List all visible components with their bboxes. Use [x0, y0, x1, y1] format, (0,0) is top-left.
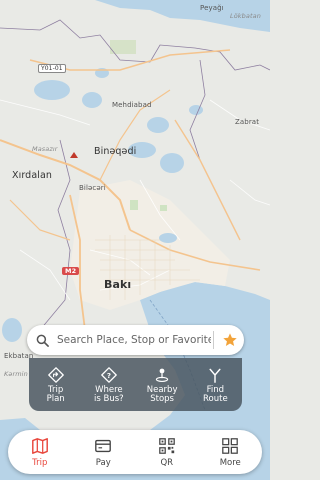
find-route-label: Find Route — [203, 385, 228, 404]
qr-icon — [157, 436, 177, 456]
bottom-tab-bar: Trip Pay QR More — [8, 430, 262, 474]
find-route-button[interactable]: Find Route — [191, 366, 239, 404]
map-label-xirdalan: Xırdalan — [12, 170, 53, 181]
where-is-bus-label: Where is Bus? — [94, 385, 124, 404]
card-icon — [93, 436, 113, 456]
map-label-baki: Bakı — [104, 278, 132, 291]
map-label-karmin: Kərmin — [4, 370, 28, 378]
trip-plan-icon — [47, 366, 65, 384]
svg-text:?: ? — [107, 371, 111, 380]
map-road-shield: Y01-01 — [38, 64, 66, 73]
tab-trip-label: Trip — [32, 458, 48, 468]
tab-qr-label: QR — [160, 458, 174, 468]
map-label-masazir: Masazır — [32, 145, 58, 153]
tab-qr[interactable]: QR — [142, 436, 192, 468]
where-is-bus-icon: ? — [100, 366, 118, 384]
map-label-zabrat: Zabrat — [235, 118, 260, 126]
map-label-mehdiabad: Mehdiabad — [112, 101, 152, 109]
search-input[interactable]: Search Place, Stop or Favorite — [57, 334, 211, 346]
search-icon — [27, 334, 57, 347]
tab-trip[interactable]: Trip — [15, 436, 65, 468]
tab-more[interactable]: More — [205, 436, 255, 468]
where-is-bus-button[interactable]: ? Where is Bus? — [85, 366, 133, 404]
map-label-bilacari: Biləcəri — [79, 184, 106, 192]
tab-pay-label: Pay — [95, 458, 111, 468]
quick-actions-panel: Trip Plan ? Where is Bus? Nearby Stops F… — [29, 358, 242, 411]
search-divider — [213, 331, 214, 349]
nearby-stops-button[interactable]: Nearby Stops — [138, 366, 186, 404]
search-bar[interactable]: Search Place, Stop or Favorite — [27, 325, 244, 355]
grid-icon — [220, 436, 240, 456]
tab-pay[interactable]: Pay — [78, 436, 128, 468]
map-road-m2-shield: M2 — [62, 267, 80, 275]
nearby-stops-icon — [153, 366, 171, 384]
nearby-stops-label: Nearby Stops — [146, 385, 178, 404]
tab-more-label: More — [219, 458, 241, 468]
trip-plan-button[interactable]: Trip Plan — [32, 366, 80, 404]
star-icon — [223, 333, 237, 346]
find-route-icon — [206, 366, 224, 384]
map-label-bineqedi: Binəqədi — [94, 146, 137, 157]
map-icon — [30, 436, 50, 456]
trip-plan-label: Trip Plan — [46, 385, 65, 404]
map-label-peyagi: Peyağı — [200, 4, 224, 12]
map-label-lokbatan: Lökbatan — [230, 12, 261, 20]
favorites-button[interactable] — [216, 332, 244, 348]
